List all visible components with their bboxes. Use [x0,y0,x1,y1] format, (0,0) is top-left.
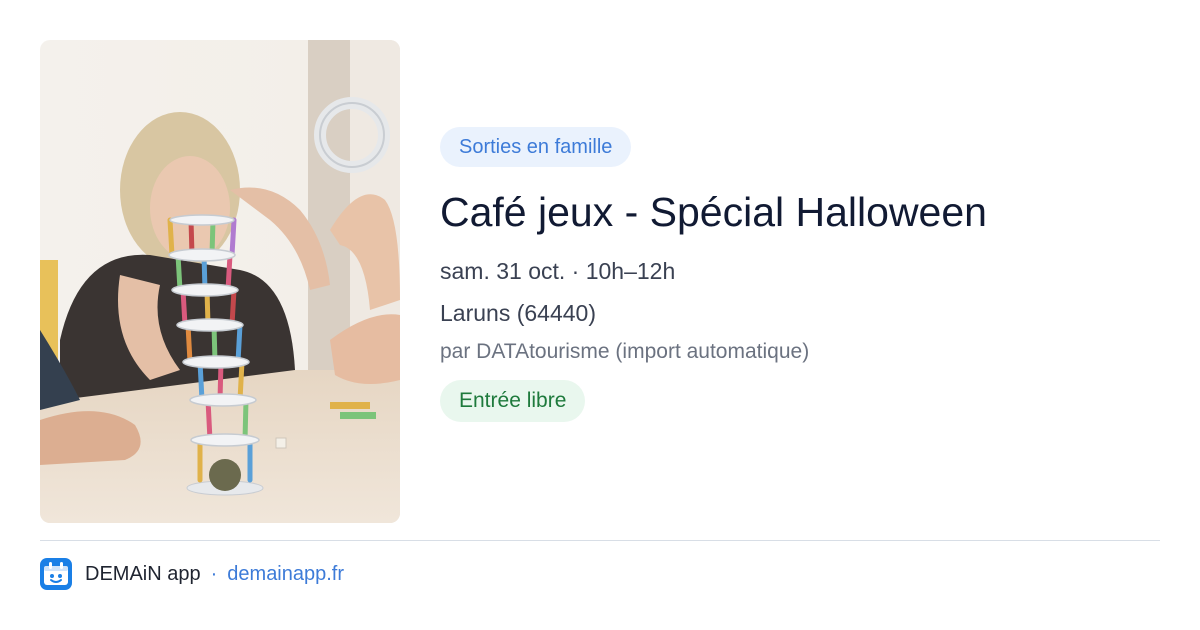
event-photo [40,40,400,523]
demain-app-logo-icon [40,558,72,590]
event-source: par DATAtourisme (import automatique) [440,340,810,364]
category-badge[interactable]: Sorties en famille [440,127,632,167]
price-badge: Entrée libre [440,380,586,423]
event-info: Sorties en famille Café jeux - Spécial H… [440,127,1160,423]
footer-divider [40,540,1160,541]
footer: DEMAiN app · demainapp.fr [40,558,344,590]
app-name: DEMAiN app [85,562,201,585]
app-link[interactable]: demainapp.fr [227,563,344,586]
footer-separator: · [210,562,218,585]
event-location: Laruns (64440) [440,300,596,327]
event-title: Café jeux - Spécial Halloween [440,189,987,235]
event-datetime: sam. 31 oct. · 10h–12h [440,258,676,285]
